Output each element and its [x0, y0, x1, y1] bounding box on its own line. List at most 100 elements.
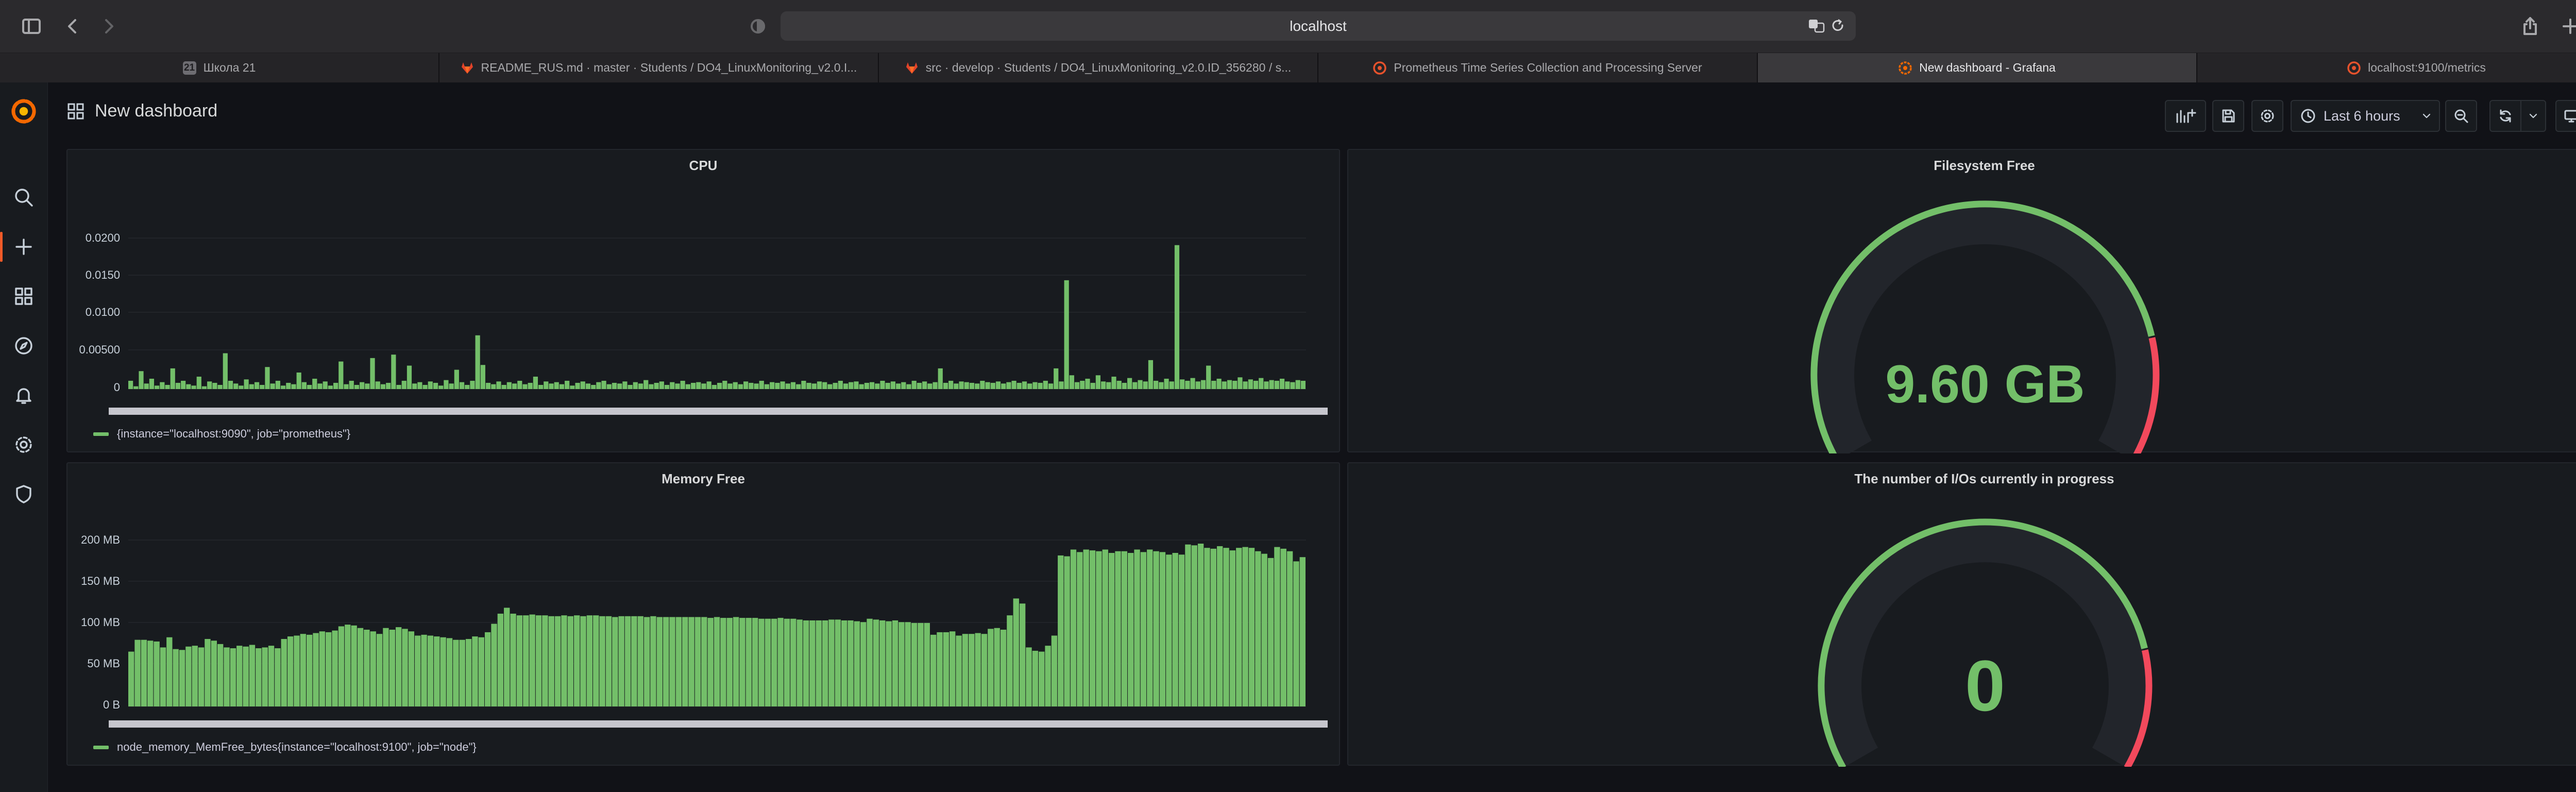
- chart-bar: [317, 383, 323, 389]
- translate-icon[interactable]: [1808, 18, 1825, 33]
- configuration-gear-icon[interactable]: [0, 427, 47, 463]
- chart-bar: [1096, 551, 1102, 706]
- gauge-value: 9.60 GB: [1885, 355, 2084, 414]
- chart-bar: [1132, 382, 1138, 389]
- filesystem-free-panel[interactable]: Filesystem Free 9.60 GB: [1347, 149, 2576, 453]
- dashboard-settings-button[interactable]: [2251, 100, 2283, 132]
- tab-prometheus[interactable]: Prometheus Time Series Collection and Pr…: [1318, 53, 1758, 82]
- chart-bar: [1100, 381, 1106, 389]
- chart-bar: [133, 386, 139, 389]
- chart-bar: [301, 382, 307, 389]
- chart-bar: [717, 382, 722, 389]
- chart-bar: [370, 358, 375, 389]
- chart-bar: [1122, 382, 1127, 389]
- privacy-shield-icon[interactable]: [743, 11, 773, 41]
- view-mode-button[interactable]: [2555, 100, 2576, 132]
- tab-readme-gitlab[interactable]: README_RUS.md · master · Students / DO4_…: [439, 53, 879, 82]
- tab-label: Школа 21: [203, 61, 256, 74]
- sidebar-toggle-icon[interactable]: [16, 11, 46, 41]
- chart-bar: [875, 383, 880, 389]
- chart-bar: [1164, 378, 1169, 389]
- chart-bar: [981, 634, 988, 706]
- chart-bar: [196, 376, 201, 389]
- add-panel-button[interactable]: [2165, 100, 2206, 132]
- refresh-interval-dropdown[interactable]: [2520, 100, 2546, 132]
- tab-school-21[interactable]: 21 Школа 21: [0, 53, 439, 82]
- legend-item[interactable]: {instance="localhost:9090", job="prometh…: [93, 427, 350, 441]
- chart-bar: [593, 615, 599, 706]
- cpu-panel[interactable]: CPU 0.0200 0.0150 0.0100 0.00500 0 {inst…: [66, 149, 1340, 452]
- chart-bar: [1069, 375, 1074, 389]
- legend-swatch: [93, 745, 109, 749]
- chart-bar: [147, 641, 154, 706]
- chart-bar: [1223, 548, 1229, 706]
- dashboards-icon[interactable]: [0, 278, 47, 314]
- time-picker-button[interactable]: Last 6 hours: [2291, 100, 2440, 132]
- alerting-bell-icon[interactable]: [0, 377, 47, 413]
- address-bar[interactable]: localhost: [781, 11, 1856, 41]
- chart-bar: [1178, 554, 1185, 706]
- tab-src-gitlab[interactable]: src · develop · Students / DO4_LinuxMoni…: [879, 53, 1318, 82]
- new-tab-icon[interactable]: [2555, 11, 2576, 41]
- chart-bar: [275, 648, 281, 706]
- save-dashboard-button[interactable]: [2212, 100, 2244, 132]
- legend-item[interactable]: node_memory_MemFree_bytes{instance="loca…: [93, 740, 477, 754]
- search-icon[interactable]: [0, 179, 47, 215]
- chart-bar: [207, 381, 212, 389]
- chart-bar: [1286, 551, 1293, 706]
- chart-bar: [217, 644, 224, 706]
- chart-bar: [485, 382, 491, 389]
- chart-bar: [948, 380, 954, 389]
- share-icon[interactable]: [2515, 11, 2545, 41]
- filesystem-gauge: 9.60 GB: [1810, 200, 2160, 453]
- dashboard-title[interactable]: New dashboard: [67, 101, 217, 121]
- chart-bar: [1222, 381, 1227, 389]
- tab-node-metrics[interactable]: localhost:9100/metrics: [2197, 53, 2576, 82]
- chart-bar: [1190, 378, 1195, 389]
- chart-bar: [1138, 380, 1143, 389]
- refresh-button[interactable]: [2489, 100, 2521, 132]
- explore-icon[interactable]: [0, 328, 47, 364]
- chart-bar: [1140, 552, 1147, 706]
- chart-bar: [160, 382, 165, 389]
- chart-bar: [669, 617, 675, 706]
- chart-bar: [475, 335, 480, 389]
- reload-icon[interactable]: [1830, 18, 1845, 33]
- chart-bar: [523, 615, 529, 706]
- chart-bar: [559, 384, 565, 389]
- chart-bar: [771, 618, 777, 706]
- chart-bar: [612, 617, 618, 706]
- back-icon[interactable]: [58, 11, 88, 41]
- chart-bar: [391, 355, 396, 389]
- io-in-progress-panel[interactable]: The number of I/Os currently in progress…: [1347, 462, 2576, 767]
- chart-bar: [720, 618, 726, 706]
- memory-free-panel[interactable]: Memory Free 200 MB 150 MB 100 MB 50 MB 0…: [66, 462, 1340, 766]
- grafana-logo[interactable]: [0, 89, 47, 134]
- chart-bar: [796, 619, 803, 706]
- chart-bar: [975, 633, 981, 706]
- chart-bar: [899, 622, 905, 706]
- chart-bar: [434, 636, 440, 706]
- chart-bar: [491, 384, 496, 389]
- chart-bar: [428, 381, 433, 389]
- tab-grafana[interactable]: New dashboard - Grafana: [1758, 53, 2197, 82]
- forward-icon[interactable]: [94, 11, 124, 41]
- zoom-out-icon: [2454, 109, 2468, 123]
- chart-bar: [478, 637, 484, 706]
- chart-bar: [280, 385, 286, 389]
- chart-bar: [1180, 379, 1185, 389]
- create-icon[interactable]: [0, 229, 47, 265]
- clock-icon: [2301, 109, 2315, 123]
- server-admin-shield-icon[interactable]: [0, 476, 47, 512]
- chart-bar: [1293, 561, 1299, 706]
- prometheus-icon: [1373, 61, 1387, 75]
- chart-bar: [344, 384, 349, 389]
- chart-bar: [1054, 368, 1059, 389]
- chart-bar: [838, 380, 843, 389]
- chart-bar: [938, 368, 943, 389]
- chart-bar: [1080, 380, 1085, 389]
- zoom-out-button[interactable]: [2445, 100, 2477, 132]
- chart-bar: [1169, 381, 1174, 389]
- chart-bar: [1299, 557, 1306, 706]
- y-tick: 100 MB: [81, 616, 120, 629]
